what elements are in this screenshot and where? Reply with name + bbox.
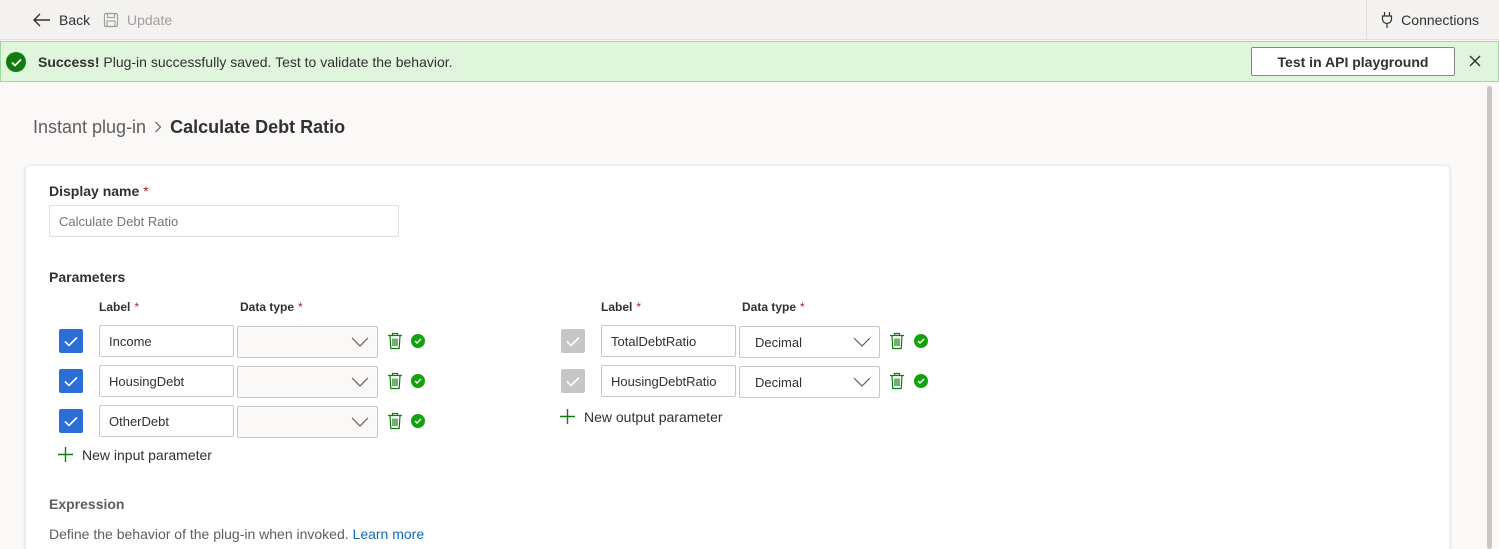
- banner-text: Plug-in successfully saved. Test to vali…: [103, 54, 453, 70]
- test-in-api-playground-button[interactable]: Test in API playground: [1251, 47, 1455, 76]
- output-param-label-field[interactable]: HousingDebtRatio: [601, 365, 736, 397]
- connections-label: Connections: [1401, 12, 1479, 28]
- arrow-left-icon: [33, 13, 50, 27]
- parameters-label: Parameters: [49, 269, 126, 285]
- back-label: Back: [59, 12, 91, 28]
- breadcrumb-parent[interactable]: Instant plug-in: [33, 117, 146, 138]
- add-icon: [58, 447, 73, 462]
- new-output-parameter-label: New output parameter: [584, 408, 723, 425]
- output-param-label-field[interactable]: TotalDebtRatio: [601, 325, 736, 357]
- vertical-scrollbar[interactable]: [1487, 86, 1492, 549]
- chevron-down-icon: [853, 337, 871, 347]
- valid-check-icon: [914, 334, 928, 348]
- input-param-label-field[interactable]: HousingDebt: [99, 365, 234, 397]
- update-label: Update: [127, 12, 173, 28]
- success-message-bar: Success! Plug-in successfully saved. Tes…: [0, 41, 1499, 82]
- expression-description: Define the behavior of the plug-in when …: [49, 526, 425, 542]
- plug-icon: [1382, 12, 1393, 28]
- valid-check-icon: [411, 414, 425, 428]
- input-param-checkbox[interactable]: [59, 329, 83, 353]
- display-name-label: Display name *: [49, 183, 149, 199]
- chevron-right-icon: [155, 121, 162, 133]
- input-param-type-dropdown[interactable]: [237, 406, 378, 438]
- delete-icon[interactable]: [889, 332, 905, 350]
- valid-check-icon: [411, 334, 425, 348]
- new-input-parameter-button[interactable]: New input parameter: [57, 446, 212, 463]
- banner-title: Success!: [38, 54, 100, 70]
- output-label-header: Label *: [601, 300, 642, 314]
- delete-icon[interactable]: [387, 412, 403, 430]
- output-param-type-dropdown[interactable]: Decimal: [739, 366, 880, 398]
- connections-button[interactable]: Connections: [1381, 0, 1479, 40]
- output-data-type-header: Data type *: [742, 300, 805, 314]
- input-param-checkbox[interactable]: [59, 369, 83, 393]
- input-param-type-dropdown[interactable]: [237, 366, 378, 398]
- input-param-label-field[interactable]: Income: [99, 325, 234, 357]
- success-check-icon: [6, 52, 26, 72]
- chevron-down-icon: [351, 377, 369, 387]
- banner-message: Success! Plug-in successfully saved. Tes…: [38, 54, 453, 70]
- toolbar-divider: [1366, 0, 1367, 40]
- delete-icon[interactable]: [889, 372, 905, 390]
- delete-icon[interactable]: [387, 332, 403, 350]
- new-output-parameter-button[interactable]: New output parameter: [559, 408, 723, 425]
- output-param-checkbox: [561, 329, 585, 353]
- input-param-type-dropdown[interactable]: [237, 326, 378, 358]
- new-input-parameter-label: New input parameter: [82, 446, 212, 463]
- valid-check-icon: [411, 374, 425, 388]
- chevron-down-icon: [853, 377, 871, 387]
- display-name-input[interactable]: [49, 205, 399, 237]
- chevron-down-icon: [351, 417, 369, 427]
- output-param-type-dropdown[interactable]: Decimal: [739, 326, 880, 358]
- chevron-down-icon: [351, 337, 369, 347]
- input-param-label-field[interactable]: OtherDebt: [99, 405, 234, 437]
- update-button[interactable]: Update: [103, 0, 172, 40]
- command-bar: Back Update Connections: [0, 0, 1499, 40]
- delete-icon[interactable]: [387, 372, 403, 390]
- back-button[interactable]: Back: [33, 0, 90, 40]
- page-title: Calculate Debt Ratio: [170, 116, 346, 137]
- input-param-checkbox[interactable]: [59, 409, 83, 433]
- expression-label: Expression: [49, 496, 125, 512]
- input-label-header: Label *: [99, 300, 140, 314]
- add-icon: [560, 409, 575, 424]
- save-icon: [103, 12, 119, 28]
- close-icon[interactable]: [1465, 51, 1485, 71]
- learn-more-link[interactable]: Learn more: [353, 526, 425, 542]
- valid-check-icon: [914, 374, 928, 388]
- breadcrumb: Instant plug-in Calculate Debt Ratio: [33, 116, 345, 138]
- output-param-checkbox: [561, 369, 585, 393]
- input-data-type-header: Data type *: [240, 300, 303, 314]
